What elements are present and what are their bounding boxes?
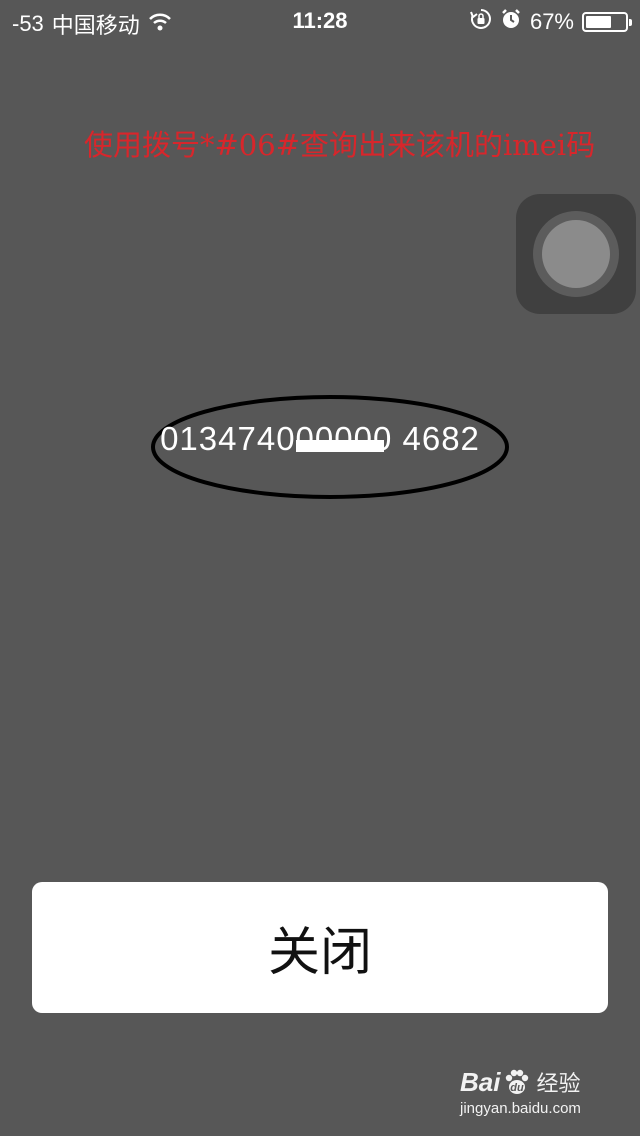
close-button[interactable]: 关闭: [32, 882, 608, 1013]
battery-fill: [586, 16, 612, 28]
svg-text:du: du: [511, 1082, 525, 1094]
watermark-brand-right: 经验: [536, 1071, 581, 1096]
status-bar: -53 中国移动 11:28 67%: [0, 0, 640, 40]
assistive-touch-button[interactable]: [516, 194, 636, 314]
paw-icon: du: [506, 1069, 529, 1094]
imei-value: 013474000000 4682: [160, 420, 480, 457]
watermark-brand-left: Bai: [460, 1066, 501, 1097]
assistive-touch-ring: [533, 211, 619, 297]
assistive-touch-core: [542, 220, 610, 288]
battery-icon: [582, 12, 632, 32]
screen: -53 中国移动 11:28 67% 使用拨号*#06#查询出来该机的imei码…: [0, 0, 640, 1136]
redaction-mark: [296, 440, 384, 452]
alarm-icon: [500, 8, 522, 36]
baidu-jingyan-watermark: Bai du 经验 jingyan.baidu.com: [460, 1066, 610, 1118]
status-right: 67%: [470, 8, 632, 36]
battery-percent: 67%: [529, 9, 574, 34]
instruction-annotation: 使用拨号*#06#查询出来该机的imei码: [84, 128, 596, 162]
watermark-brand: Bai du 经验: [460, 1066, 610, 1098]
rotation-lock-icon: [470, 8, 492, 36]
watermark-url: jingyan.baidu.com: [460, 1100, 581, 1117]
